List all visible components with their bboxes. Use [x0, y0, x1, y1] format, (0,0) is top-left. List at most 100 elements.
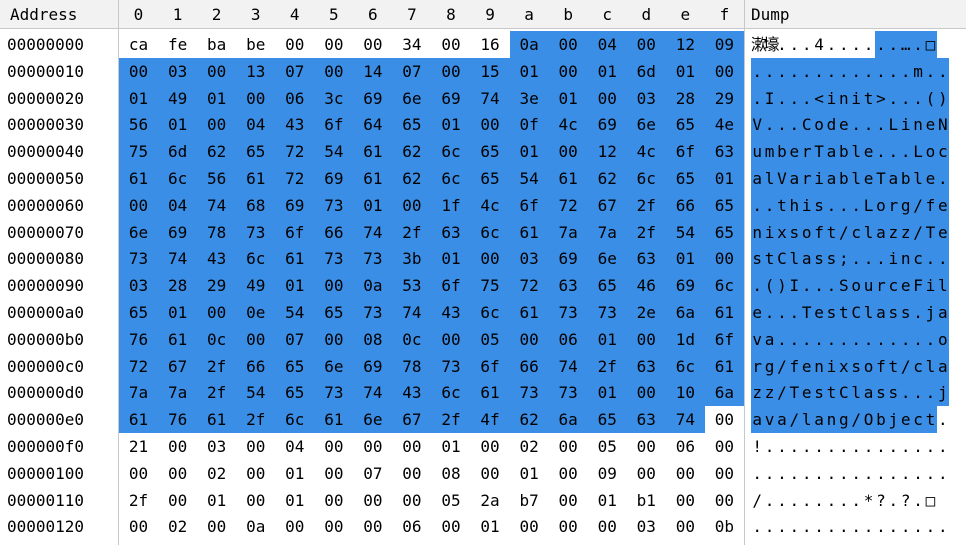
hex-byte[interactable]: 01	[587, 57, 627, 85]
hex-byte[interactable]: 61	[509, 299, 549, 326]
hex-byte[interactable]: 49	[158, 84, 198, 112]
hex-byte[interactable]: 63	[626, 352, 666, 380]
hex-byte[interactable]: 0e	[236, 299, 276, 326]
hex-byte[interactable]: 7a	[587, 218, 627, 246]
hex-byte[interactable]: 01	[197, 84, 237, 112]
hex-byte[interactable]: 00	[431, 325, 471, 353]
hex-byte[interactable]: 00	[705, 433, 744, 460]
hex-byte[interactable]: 61	[353, 138, 393, 166]
hex-row[interactable]: 000000c0 72 67 2f 66 65 6e 69 78 73 6f 66 74 2f 63 6c 61…	[0, 352, 966, 380]
hex-byte[interactable]: 63	[431, 218, 471, 246]
hex-byte[interactable]: 56	[119, 111, 159, 139]
hex-byte[interactable]: fe	[158, 31, 197, 58]
hex-byte[interactable]: 6c	[431, 165, 471, 192]
hex-byte[interactable]: 6c	[431, 138, 471, 166]
hex-byte[interactable]: 6a	[665, 299, 705, 326]
hex-byte[interactable]: 65	[704, 218, 744, 246]
hex-byte[interactable]: 62	[587, 165, 627, 192]
hex-byte[interactable]: 0c	[197, 325, 237, 353]
hex-byte[interactable]: 69	[314, 165, 354, 192]
hex-byte[interactable]: 00	[470, 111, 510, 139]
hex-byte[interactable]: 6c	[470, 299, 510, 326]
hex-byte[interactable]: 63	[626, 406, 666, 434]
hex-byte[interactable]: 74	[353, 218, 393, 246]
hex-byte[interactable]: 3b	[392, 245, 432, 273]
hex-byte[interactable]: 61	[704, 299, 744, 326]
hex-byte[interactable]: 4e	[704, 111, 744, 139]
hex-byte[interactable]: 00	[431, 31, 470, 58]
hex-byte[interactable]: 2f	[392, 218, 432, 246]
hex-byte[interactable]: 05	[588, 433, 627, 460]
hex-byte[interactable]: 74	[665, 406, 705, 434]
hex-byte[interactable]: 72	[275, 165, 315, 192]
row-dump-text[interactable]: 漱壕... 4......…. □	[751, 31, 949, 58]
hex-byte[interactable]: 69	[431, 84, 471, 112]
hex-byte[interactable]: 69	[548, 245, 588, 273]
hex-byte[interactable]: 6f	[275, 218, 315, 246]
hex-byte[interactable]: 00	[158, 460, 197, 487]
hex-byte[interactable]: 00	[626, 379, 666, 407]
hex-byte[interactable]: 01	[197, 487, 236, 514]
hex-byte[interactable]: 2f	[587, 352, 627, 380]
hex-byte[interactable]: 2f	[626, 218, 666, 246]
hex-byte[interactable]: 00	[197, 57, 237, 85]
hex-byte[interactable]: 78	[392, 352, 432, 380]
hex-byte[interactable]: 04	[236, 111, 276, 139]
hex-byte[interactable]: 01	[431, 433, 470, 460]
hex-byte[interactable]: ca	[119, 31, 158, 58]
row-dump-text[interactable]: s t Cl a s s;... i n c..	[751, 245, 949, 273]
hex-byte[interactable]: 74	[392, 299, 432, 326]
hex-byte[interactable]: 00	[353, 487, 392, 514]
hex-row[interactable]: 00000060 00 04 74 68 69 73 01 00 1f 4c 6f 72 67 2f 66 65…	[0, 191, 966, 219]
hex-byte[interactable]: 65	[470, 138, 510, 166]
hex-byte[interactable]: 04	[158, 191, 198, 219]
hex-byte[interactable]: 0a	[509, 31, 549, 58]
hex-byte[interactable]: 62	[509, 406, 549, 434]
hex-byte[interactable]: 65	[314, 299, 354, 326]
hex-byte[interactable]: 00	[119, 191, 159, 219]
hex-byte[interactable]: 00	[509, 325, 549, 353]
hex-byte[interactable]: 00	[314, 460, 353, 487]
hex-byte[interactable]: 16	[471, 31, 510, 58]
hex-row[interactable]: 00000120 00 02 00 0a 00 00 00 06 00 01 00 00 00 03 00 0b…	[0, 513, 966, 540]
row-dump-text[interactable]: ................	[751, 460, 949, 487]
hex-byte[interactable]: 54	[509, 165, 549, 192]
hex-byte[interactable]: 00	[314, 513, 353, 540]
hex-byte[interactable]: 53	[392, 272, 432, 300]
hex-byte[interactable]: 02	[510, 433, 549, 460]
hex-byte[interactable]: 00	[392, 433, 431, 460]
hex-byte[interactable]: 00	[588, 513, 627, 540]
hex-byte[interactable]: 2f	[197, 379, 237, 407]
hex-byte[interactable]: 67	[158, 352, 198, 380]
hex-byte[interactable]: 43	[275, 111, 315, 139]
hex-byte[interactable]: 04	[275, 433, 314, 460]
hex-byte[interactable]: 69	[275, 191, 315, 219]
hex-byte[interactable]: 01	[509, 57, 549, 85]
row-dump-text[interactable]: V...Code...LineN	[751, 111, 949, 139]
hex-byte[interactable]: 76	[158, 406, 198, 434]
hex-byte[interactable]: 00	[549, 460, 588, 487]
hex-byte[interactable]: 6a	[548, 406, 588, 434]
hex-byte[interactable]: 00	[119, 513, 158, 540]
hex-byte[interactable]: 00	[392, 487, 431, 514]
hex-byte[interactable]: 66	[665, 191, 705, 219]
hex-byte[interactable]: 00	[236, 433, 275, 460]
row-dump-text[interactable]: r g / f e n i x s o f t / c l a	[751, 352, 949, 380]
hex-byte[interactable]: 00	[392, 460, 431, 487]
hex-byte[interactable]: 00	[510, 513, 549, 540]
hex-byte[interactable]: 00	[548, 31, 588, 58]
hex-byte[interactable]: 2a	[471, 487, 510, 514]
hex-byte[interactable]: 00	[197, 111, 237, 139]
hex-byte[interactable]: 07	[275, 57, 315, 85]
hex-byte[interactable]: b1	[627, 487, 666, 514]
hex-byte[interactable]: 03	[158, 57, 198, 85]
hex-byte[interactable]: 00	[704, 245, 744, 273]
hex-row[interactable]: 00000030 56 01 00 04 43 6f 64 65 01 00 0f 4c 69 6e 65 4e…	[0, 111, 966, 139]
hex-byte[interactable]: 01	[509, 138, 549, 166]
hex-byte[interactable]: 01	[587, 379, 627, 407]
hex-byte[interactable]: 66	[314, 218, 354, 246]
row-dump-text[interactable]: e...TestClass.ja	[751, 299, 949, 326]
hex-byte[interactable]: 66	[236, 352, 276, 380]
hex-byte[interactable]: 00	[197, 513, 236, 540]
hex-byte[interactable]: 4c	[548, 111, 588, 139]
